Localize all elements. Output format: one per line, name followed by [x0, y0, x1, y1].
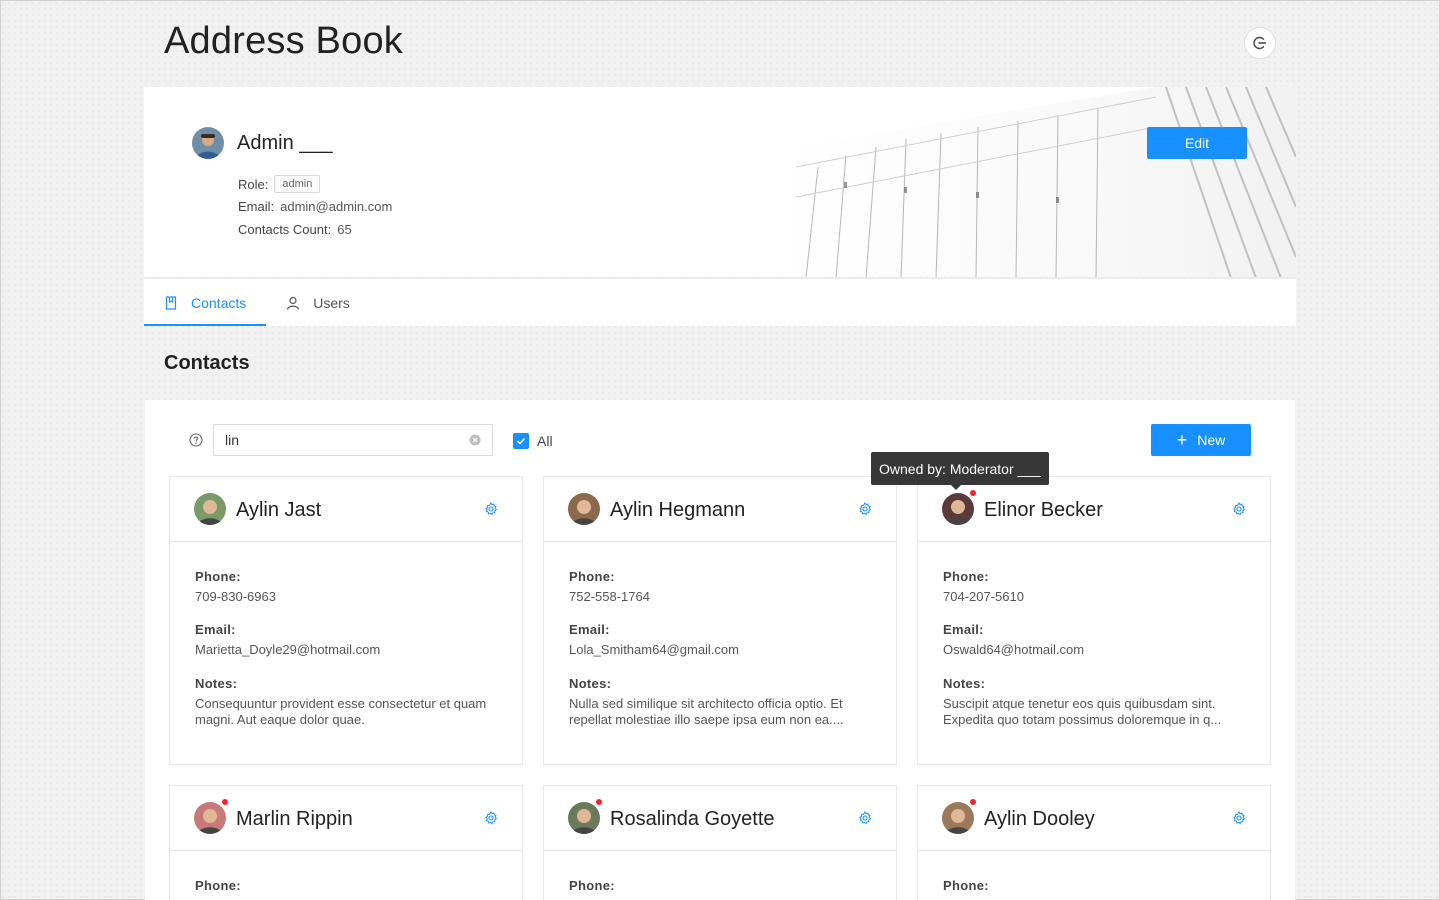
checkbox-checked-icon[interactable] — [513, 433, 529, 449]
tab-contacts[interactable]: Contacts — [144, 279, 267, 326]
phone-label: Phone: — [943, 878, 989, 893]
profile-card: Admin ___ Role: admin Email: admin@admin… — [144, 87, 1296, 278]
contact-email: Lola_Smitham64@gmail.com — [569, 642, 739, 658]
role-label: Role: — [238, 176, 269, 192]
email-label: Email: — [569, 622, 610, 638]
contact-notes: Suscipit atque tenetur eos quis quibusda… — [943, 695, 1222, 727]
contact-card-header: Aylin Jast — [170, 477, 522, 542]
owner-badge-dot[interactable] — [596, 799, 602, 805]
logout-button[interactable] — [1244, 27, 1276, 59]
contact-name: Elinor Becker — [984, 499, 1103, 521]
contact-name: Aylin Dooley — [984, 808, 1095, 830]
owner-tooltip: Owned by: Moderator ___ — [871, 452, 1049, 490]
tab-contacts-label: Contacts — [191, 294, 247, 311]
tabs-bar: Contacts Users — [144, 279, 1296, 326]
contact-card-header: Marlin Rippin — [170, 786, 522, 851]
contact-email: Oswald64@hotmail.com — [943, 642, 1085, 658]
profile-email: admin@admin.com — [280, 199, 393, 215]
contact-avatar — [194, 802, 226, 834]
phone-label: Phone: — [569, 569, 615, 584]
contact-card-body: Phone: 704-207-5610 Email: Oswald64@hotmail… — [918, 542, 1270, 728]
book-icon — [165, 295, 177, 310]
role-row: Role: admin — [238, 173, 392, 196]
contact-notes: Consequuntur provident esse consectetur … — [195, 695, 487, 727]
profile-details: Role: admin Email: admin@admin.com Conta… — [238, 173, 392, 241]
owner-badge-dot[interactable] — [970, 490, 976, 496]
settings-gear-icon[interactable] — [484, 502, 498, 516]
contact-card-body: Phone: — [544, 851, 896, 893]
contacts-count-value: 65 — [337, 221, 352, 237]
notes-label: Notes: — [195, 675, 238, 691]
all-checkbox-label: All — [537, 433, 553, 449]
contact-avatar — [568, 802, 600, 834]
contact-card-body: Phone: — [918, 851, 1270, 893]
phone-label: Phone: — [195, 569, 241, 584]
plus-icon: + — [1176, 430, 1188, 450]
settings-gear-icon[interactable] — [858, 811, 872, 825]
search-input[interactable] — [214, 425, 454, 455]
contact-name: Marlin Rippin — [236, 808, 353, 830]
contact-card-header: Aylin Dooley — [918, 786, 1270, 851]
contacts-count-label: Contacts Count: — [238, 221, 332, 237]
contact-email: Marietta_Doyle29@hotmail.com — [195, 642, 381, 658]
contact-card[interactable]: Rosalinda Goyette Phone: — [543, 785, 897, 900]
profile-avatar — [192, 127, 224, 159]
email-label: Email: — [195, 622, 236, 638]
logout-icon — [1253, 36, 1267, 50]
email-label: Email: — [238, 199, 275, 215]
contact-card[interactable]: Elinor Becker Phone: 704-207-5610 Email: Osw… — [917, 476, 1271, 765]
contact-card-body: Phone: 752-558-1764 Email: Lola_Smitham64@g… — [544, 542, 896, 728]
contact-avatar — [942, 493, 974, 525]
contact-card[interactable]: Marlin Rippin Phone: — [169, 785, 523, 900]
email-label: Email: — [943, 622, 984, 638]
role-tag: admin — [274, 175, 321, 194]
contact-phone: 704-207-5610 — [943, 589, 1024, 604]
contact-avatar — [194, 493, 226, 525]
count-row: Contacts Count: 65 — [238, 218, 392, 241]
contact-card[interactable]: Aylin Dooley Phone: — [917, 785, 1271, 900]
user-icon — [287, 296, 300, 310]
search-field[interactable] — [213, 424, 493, 456]
email-row: Email: admin@admin.com — [238, 196, 392, 219]
clear-icon[interactable] — [469, 434, 481, 446]
tab-users-label: Users — [313, 294, 350, 311]
contact-notes: Nulla sed similique sit architecto offic… — [569, 695, 844, 727]
contact-card-header: Rosalinda Goyette — [544, 786, 896, 851]
settings-gear-icon[interactable] — [1232, 811, 1246, 825]
settings-gear-icon[interactable] — [858, 502, 872, 516]
contact-phone: 752-558-1764 — [569, 589, 650, 604]
contact-card-header: Aylin Hegmann — [544, 477, 896, 542]
contact-name: Rosalinda Goyette — [610, 808, 775, 830]
contact-avatar — [568, 493, 600, 525]
tab-users[interactable]: Users — [266, 279, 370, 326]
contact-card-body: Phone: — [170, 851, 522, 893]
new-contact-label: New — [1197, 432, 1226, 448]
settings-gear-icon[interactable] — [484, 811, 498, 825]
contacts-section-title: Contacts — [164, 352, 250, 374]
app-title: Address Book — [164, 20, 403, 62]
contact-name: Aylin Hegmann — [610, 499, 746, 521]
contact-name: Aylin Jast — [236, 499, 322, 521]
notes-label: Notes: — [569, 675, 612, 691]
contact-card[interactable]: Aylin Hegmann Phone: 752-558-1764 Email: Lol… — [543, 476, 897, 765]
settings-gear-icon[interactable] — [1232, 502, 1246, 516]
all-checkbox[interactable]: All — [513, 433, 553, 449]
owner-badge-dot[interactable] — [222, 799, 228, 805]
contact-phone: 709-830-6963 — [195, 589, 276, 604]
contact-card[interactable]: Aylin Jast Phone: 709-830-6963 Email: Mariet… — [169, 476, 523, 765]
contact-avatar — [942, 802, 974, 834]
phone-label: Phone: — [943, 569, 989, 584]
help-icon[interactable] — [189, 433, 203, 447]
notes-label: Notes: — [943, 675, 986, 691]
edit-profile-button[interactable]: Edit — [1147, 127, 1247, 159]
architecture-background-image — [736, 87, 1296, 277]
phone-label: Phone: — [569, 878, 615, 893]
new-contact-button[interactable]: + New — [1151, 424, 1251, 456]
owner-badge-dot[interactable] — [970, 799, 976, 805]
contact-card-body: Phone: 709-830-6963 Email: Marietta_Doyle29… — [170, 542, 522, 728]
phone-label: Phone: — [195, 878, 241, 893]
profile-name: Admin ___ — [237, 132, 333, 154]
contact-card-header: Elinor Becker — [918, 477, 1270, 542]
